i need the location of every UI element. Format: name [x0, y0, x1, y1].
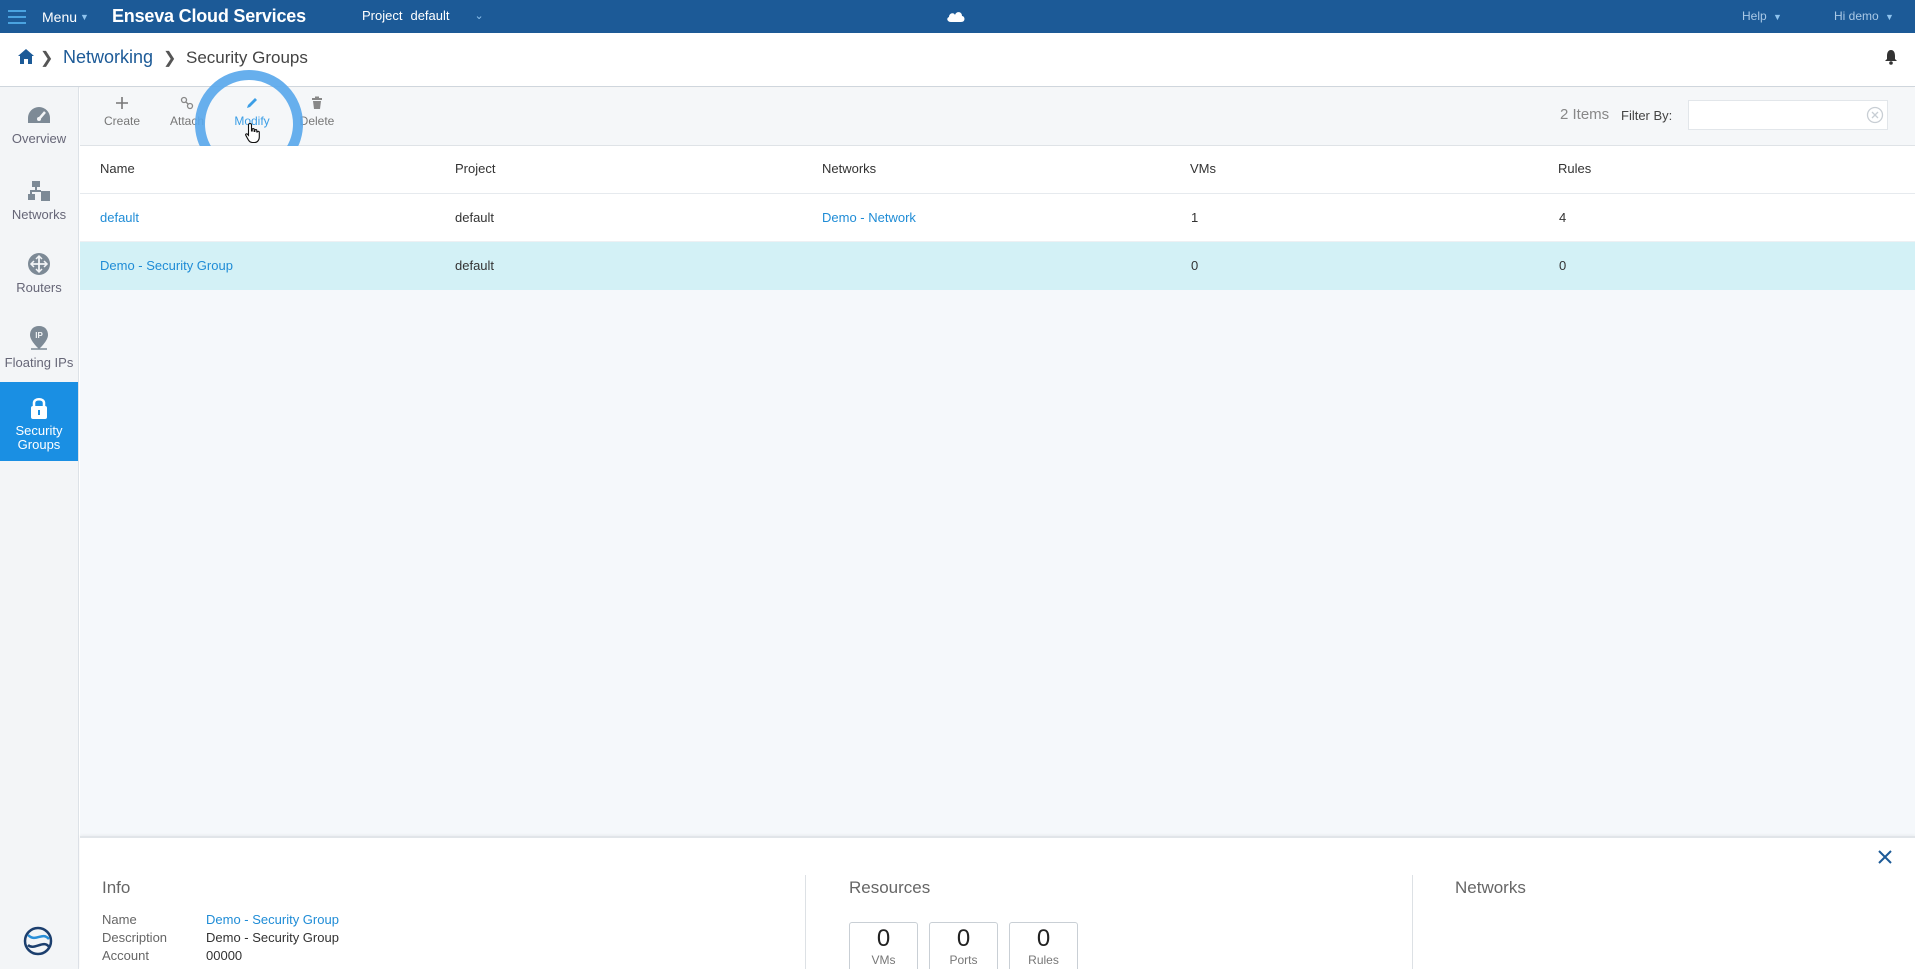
project-label: Project: [362, 8, 403, 23]
breadcrumb-networking[interactable]: Networking: [63, 47, 153, 68]
row-name-link[interactable]: default: [100, 210, 139, 225]
hamburger-icon: [8, 9, 26, 24]
filter-label: Filter By:: [1621, 108, 1673, 123]
chevron-down-icon: ▼: [80, 11, 89, 22]
row-name-link[interactable]: Demo - Security Group: [100, 258, 233, 273]
sidebar-item-label: Overview: [11, 131, 67, 146]
divider: [805, 875, 806, 969]
modify-label: Modify: [234, 114, 270, 128]
modify-button[interactable]: Modify: [222, 96, 282, 128]
project-selector[interactable]: Project default ⌄: [362, 8, 484, 23]
sidebar-item-label: Floating IPs: [4, 355, 74, 370]
chevron-down-icon[interactable]: ⌄: [474, 9, 483, 22]
info-account-value: 00000: [206, 948, 243, 963]
create-button[interactable]: Create: [92, 96, 152, 128]
svg-text:IP: IP: [35, 331, 43, 340]
details-panel: Info Resources Networks Name Demo - Secu…: [80, 836, 1915, 969]
logo-icon: [23, 926, 53, 956]
info-name-value[interactable]: Demo - Security Group: [206, 912, 339, 927]
router-icon: [28, 253, 50, 275]
row-vms: 0: [1191, 258, 1199, 273]
resource-ports-label: Ports: [949, 953, 978, 967]
project-value: default: [410, 8, 450, 23]
help-menu[interactable]: Help ▼: [1742, 9, 1782, 23]
column-header-project[interactable]: Project: [455, 161, 495, 176]
clear-icon[interactable]: [1866, 106, 1884, 124]
filter-input[interactable]: [1688, 100, 1888, 130]
map-pin-icon: IP: [30, 326, 48, 350]
bell-icon[interactable]: [1884, 49, 1898, 65]
sidebar-item-security-groups[interactable]: Security Groups: [0, 382, 78, 461]
info-name-label: Name: [102, 912, 137, 927]
info-heading: Info: [102, 878, 131, 897]
close-icon[interactable]: [1876, 848, 1894, 866]
table-row[interactable]: default default Demo - Network 1 4: [80, 194, 1915, 242]
dashboard-icon: [28, 107, 50, 123]
cloud-icon: [947, 12, 965, 22]
divider: [1412, 875, 1413, 969]
network-icon: [28, 181, 50, 201]
info-description-label: Description: [102, 930, 168, 945]
table-row-selected[interactable]: Demo - Security Group default 0 0: [80, 242, 1915, 290]
info-account-label: Account: [102, 948, 149, 963]
breadcrumb: ❯ Networking ❯ Security Groups: [0, 33, 1915, 87]
home-icon[interactable]: [17, 48, 35, 65]
resource-rules-label: Rules: [1028, 953, 1059, 967]
column-header-vms[interactable]: VMs: [1190, 161, 1216, 176]
resource-vms: 0 VMs: [849, 922, 918, 969]
sidebar-item-label: Routers: [16, 280, 62, 295]
sidebar-item-floating-ips[interactable]: IP Floating IPs: [0, 325, 78, 370]
help-label: Help: [1742, 9, 1767, 23]
delete-label: Delete: [299, 114, 335, 128]
create-label: Create: [103, 114, 141, 128]
user-menu[interactable]: Hi demo ▼: [1834, 9, 1894, 23]
row-project: default: [455, 258, 495, 273]
column-header-name[interactable]: Name: [100, 161, 135, 176]
page-title: Security Groups: [186, 48, 308, 67]
sidebar: Overview Networks Routers IP Floating IP…: [0, 87, 79, 969]
chevron-down-icon: ▼: [1773, 12, 1782, 22]
resource-vms-count: 0: [876, 925, 891, 952]
lock-icon: [31, 398, 47, 419]
resources-heading: Resources: [849, 878, 931, 897]
resource-rules-count: 0: [1036, 925, 1051, 952]
link-icon: [180, 96, 194, 110]
row-project: default: [455, 210, 495, 225]
resource-ports: 0 Ports: [929, 922, 998, 969]
table-header: Name Project Networks VMs Rules: [80, 146, 1915, 194]
sidebar-item-label: Security: [15, 423, 63, 438]
resource-vms-label: VMs: [871, 953, 896, 967]
sidebar-item-routers[interactable]: Routers: [0, 252, 78, 295]
row-rules: 4: [1559, 210, 1567, 225]
top-bar: Menu ▼ Enseva Cloud Services Project def…: [0, 0, 1915, 33]
menu-label: Menu: [42, 8, 78, 25]
menu-button[interactable]: Menu ▼: [0, 0, 89, 33]
pencil-icon: [247, 98, 257, 108]
column-header-networks[interactable]: Networks: [822, 161, 876, 176]
info-description-value: Demo - Security Group: [206, 930, 339, 945]
sidebar-item-label: Groups: [17, 437, 61, 452]
resource-ports-count: 0: [956, 925, 971, 952]
attach-label: Attach: [169, 114, 205, 128]
chevron-right-icon: ❯: [163, 50, 177, 67]
sidebar-item-label: Networks: [11, 207, 67, 222]
chevron-right-icon: ❯: [40, 50, 54, 67]
networks-heading: Networks: [1455, 878, 1526, 897]
items-count: 2 Items: [1560, 106, 1610, 123]
row-rules: 0: [1559, 258, 1567, 273]
attach-button[interactable]: Attach: [157, 96, 217, 128]
trash-icon: [312, 96, 322, 109]
sidebar-item-networks[interactable]: Networks: [0, 179, 78, 222]
plus-icon: [116, 97, 128, 109]
row-vms: 1: [1191, 210, 1199, 225]
security-groups-table: Name Project Networks VMs Rules default …: [80, 146, 1915, 836]
resource-rules: 0 Rules: [1009, 922, 1078, 969]
row-network-link[interactable]: Demo - Network: [822, 210, 916, 225]
delete-button[interactable]: Delete: [287, 96, 347, 128]
user-label: Hi demo: [1834, 9, 1879, 23]
sidebar-item-overview[interactable]: Overview: [0, 105, 78, 146]
app-title: Enseva Cloud Services: [112, 6, 306, 26]
column-header-rules[interactable]: Rules: [1558, 161, 1591, 176]
chevron-down-icon: ▼: [1885, 12, 1894, 22]
